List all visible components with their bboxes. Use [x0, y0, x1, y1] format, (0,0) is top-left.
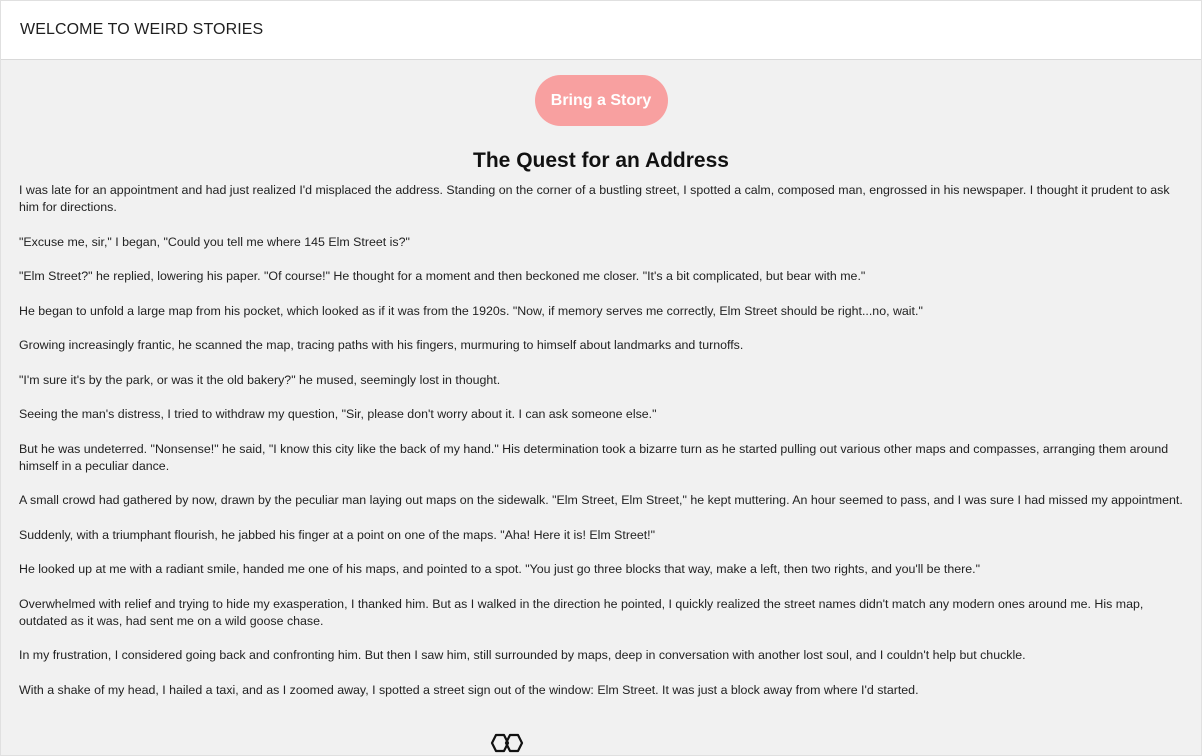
- story-paragraph: A small crowd had gathered by now, drawn…: [19, 493, 1183, 507]
- story-paragraph: Overwhelmed with relief and trying to hi…: [19, 596, 1144, 628]
- bring-story-button[interactable]: Bring a Story: [534, 75, 668, 126]
- app-window: WELCOME TO WEIRD STORIES Bring a Story T…: [0, 0, 1202, 756]
- linked-hexagons-icon: [490, 733, 524, 753]
- main-content: Bring a Story The Quest for an Address I…: [1, 60, 1201, 699]
- story-paragraph: In my frustration, I considered going ba…: [19, 648, 1026, 662]
- story-paragraph: "Elm Street?" he replied, lowering his p…: [19, 269, 866, 283]
- story-paragraph: He began to unfold a large map from his …: [19, 303, 923, 318]
- story-paragraph: With a shake of my head, I hailed a taxi…: [19, 682, 919, 697]
- action-bar: Bring a Story: [19, 60, 1183, 126]
- site-title: WELCOME TO WEIRD STORIES: [20, 21, 264, 38]
- story-paragraph: "I'm sure it's by the park, or was it th…: [19, 372, 501, 387]
- story-paragraph: I was late for an appointment and had ju…: [19, 183, 1170, 214]
- story-paragraph: But he was undeterred. "Nonsense!" he sa…: [19, 441, 1169, 473]
- story-paragraph: Suddenly, with a triumphant flourish, he…: [19, 527, 656, 542]
- story-body: I was late for an appointment and had ju…: [19, 182, 1183, 699]
- story-title: The Quest for an Address: [473, 149, 729, 172]
- story-paragraph: "Excuse me, sir," I began, "Could you te…: [19, 234, 410, 249]
- story-paragraph: Seeing the man's distress, I tried to wi…: [19, 407, 657, 421]
- story-paragraph: He looked up at me with a radiant smile,…: [19, 562, 980, 576]
- page-header: WELCOME TO WEIRD STORIES: [1, 1, 1201, 60]
- story-paragraph: Growing increasingly frantic, he scanned…: [19, 338, 744, 352]
